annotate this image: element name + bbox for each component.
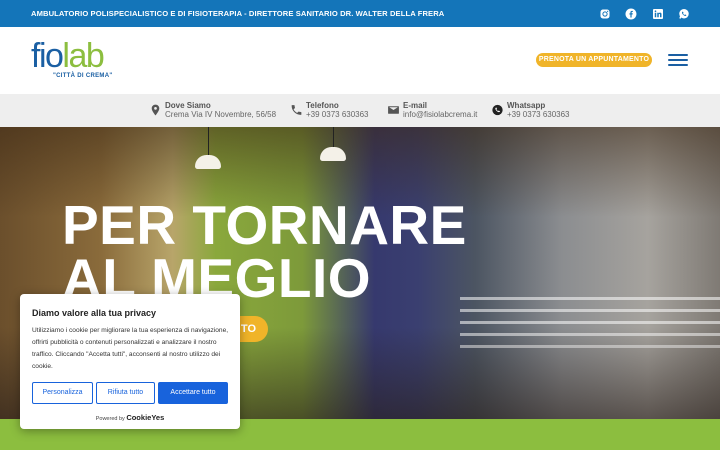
info-value: Crema Via IV Novembre, 56/58 bbox=[165, 110, 277, 119]
info-value: +39 0373 630363 bbox=[507, 110, 570, 119]
info-label: E-mail bbox=[403, 101, 428, 110]
info-label: Telefono bbox=[306, 101, 339, 110]
whatsapp-icon[interactable] bbox=[677, 7, 690, 20]
accept-all-button[interactable]: Accettare tutto bbox=[158, 382, 228, 404]
ceiling-lamp bbox=[320, 147, 346, 161]
whatsapp-icon bbox=[492, 104, 503, 116]
cookie-description: Utilizziamo i cookie per migliorare la t… bbox=[32, 327, 229, 370]
reject-all-button[interactable]: Rifiuta tutto bbox=[96, 382, 155, 404]
customize-cookies-button[interactable]: Personalizza bbox=[32, 382, 93, 404]
phone-icon bbox=[291, 105, 302, 115]
info-label: Dove Siamo bbox=[165, 101, 211, 110]
linkedin-icon[interactable] bbox=[651, 7, 664, 20]
info-value: +39 0373 630363 bbox=[306, 110, 369, 119]
info-value: info@fisiolabcrema.it bbox=[403, 110, 478, 119]
logo-wordmark: fiolab bbox=[31, 37, 105, 75]
logo-subtitle: "CITTÀ DI CREMA" bbox=[53, 73, 113, 79]
fisiolab-logo[interactable]: fiolab "CITTÀ DI CREMA" bbox=[31, 37, 121, 87]
cookie-powered-by: Powered by CookieYes bbox=[95, 413, 165, 422]
site-header: fiolab "CITTÀ DI CREMA" PRENOTA UN APPUN… bbox=[0, 27, 720, 94]
glass-stripe bbox=[460, 309, 720, 312]
lamp-cord bbox=[208, 127, 209, 155]
facebook-icon[interactable] bbox=[624, 7, 637, 20]
info-label: Whatsapp bbox=[507, 101, 546, 110]
cookie-consent-banner: Diamo valore alla tua privacy Utilizziam… bbox=[20, 294, 240, 429]
ceiling-lamp bbox=[195, 155, 221, 169]
topbar-text: AMBULATORIO POLISPECIALISTICO E DI FISIO… bbox=[31, 9, 445, 18]
hamburger-menu-icon[interactable] bbox=[668, 54, 688, 66]
book-appointment-button[interactable]: PRENOTA UN APPUNTAMENTO bbox=[536, 53, 652, 67]
lamp-cord bbox=[333, 127, 334, 147]
top-bar: AMBULATORIO POLISPECIALISTICO E DI FISIO… bbox=[0, 0, 720, 27]
hero-title: PER TORNARE AL MEGLIO bbox=[62, 194, 467, 309]
mail-icon bbox=[388, 106, 399, 114]
glass-stripe bbox=[460, 297, 720, 300]
glass-stripe bbox=[460, 321, 720, 324]
location-pin-icon bbox=[151, 104, 160, 116]
contact-info-bar: Dove Siamo Crema Via IV Novembre, 56/58 … bbox=[0, 94, 720, 127]
cookie-title: Diamo valore alla tua privacy bbox=[32, 308, 157, 318]
cookieyes-logo: CookieYes bbox=[126, 413, 165, 422]
instagram-icon[interactable] bbox=[598, 7, 611, 20]
